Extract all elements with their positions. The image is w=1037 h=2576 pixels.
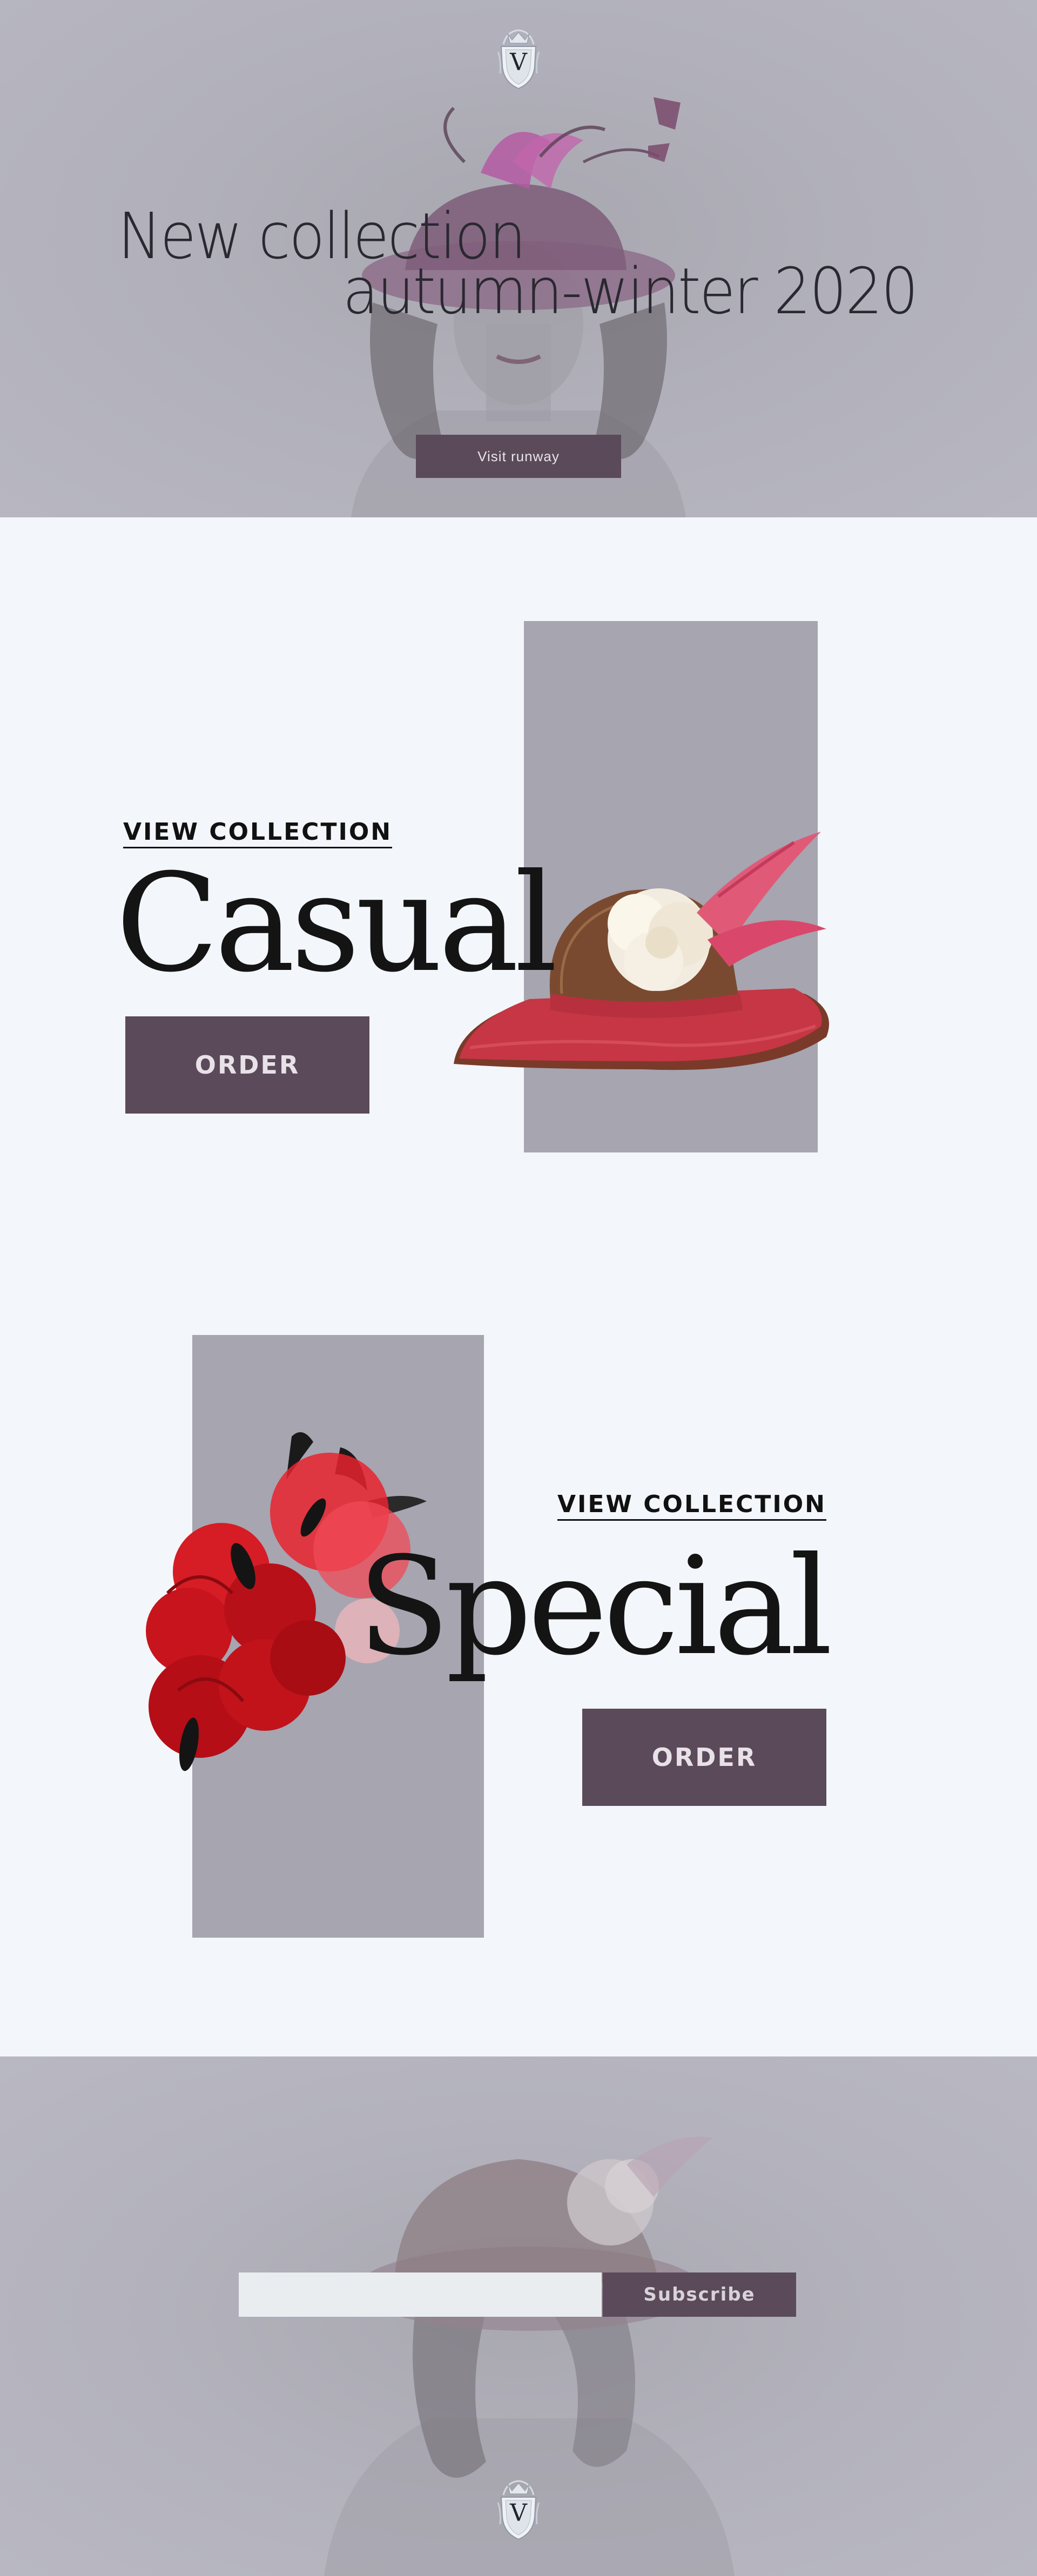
newsletter-email-input[interactable] [239,2272,602,2317]
footer-crest-letter: V [510,2499,527,2527]
subscribe-button[interactable]: Subscribe [603,2272,796,2317]
special-order-button[interactable]: ORDER [582,1709,826,1806]
visit-runway-button[interactable]: Visit runway [416,435,621,478]
hero-section: V New collection autumn-winter 2020 Visi… [0,0,1037,517]
special-view-collection-link[interactable]: VIEW COLLECTION [557,1491,826,1521]
special-title: Special [357,1528,833,1685]
crest-letter: V [510,49,527,76]
casual-view-collection-link[interactable]: VIEW COLLECTION [123,818,393,848]
footer-newsletter: Subscribe V [0,2056,1037,2576]
hero-title-line-2: autumn-winter 2020 [342,254,919,328]
casual-order-button[interactable]: ORDER [125,1016,369,1114]
casual-title: Casual [116,845,558,1002]
